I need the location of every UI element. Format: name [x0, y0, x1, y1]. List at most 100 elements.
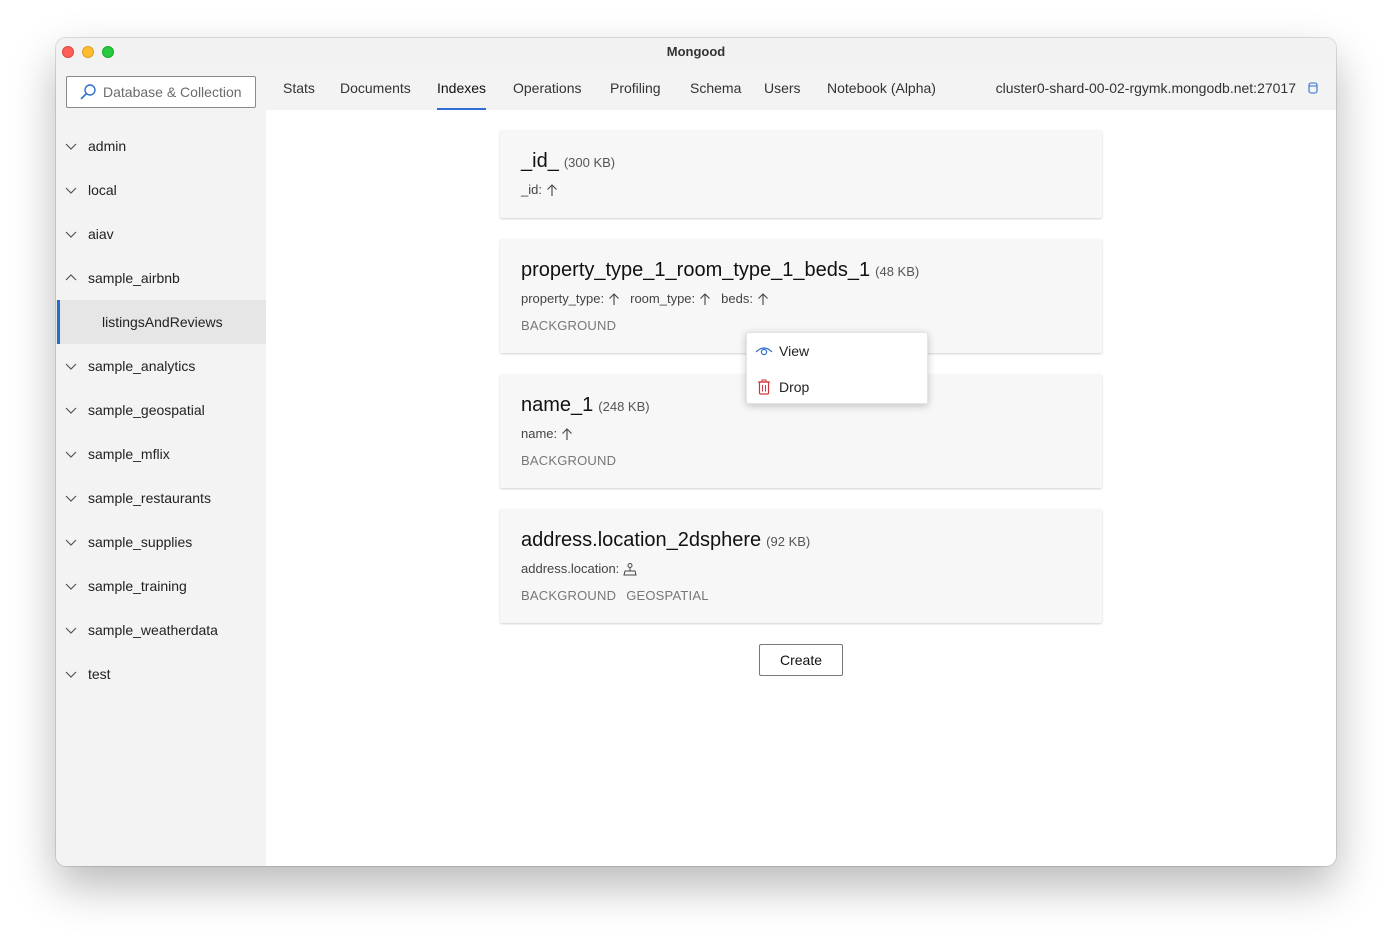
database-item-aiav[interactable]: aiav [56, 212, 266, 256]
database-label: sample_analytics [88, 358, 196, 374]
index-flag-background: BACKGROUND [521, 318, 617, 333]
chevron-down-icon [64, 491, 78, 505]
index-key: property_type: [521, 291, 620, 306]
index-key: address.location: [521, 561, 637, 576]
database-collection-search[interactable]: Database & Collection [66, 76, 256, 108]
database-label: sample_airbnb [88, 270, 180, 286]
index-flag-geospatial: GEOSPATIAL [626, 588, 709, 603]
database-label: aiav [88, 226, 114, 242]
index-key-field: address.location: [521, 561, 620, 576]
database-item-admin[interactable]: admin [56, 124, 266, 168]
database-label: sample_mflix [88, 446, 170, 462]
connection-host[interactable]: cluster0-shard-00-02-rgymk.mongodb.net:2… [996, 66, 1296, 110]
database-label: sample_geospatial [88, 402, 205, 418]
index-key: name: [521, 426, 573, 441]
database-label: sample_restaurants [88, 490, 211, 506]
index-key-field: beds: [721, 291, 753, 306]
create-index-button[interactable]: Create [759, 644, 843, 676]
index-flag-background: BACKGROUND [521, 453, 617, 468]
arrow-up-icon [547, 183, 557, 196]
arrow-up-icon [562, 427, 573, 440]
app-window: Mongood Database & Collection admin loca… [56, 38, 1336, 866]
index-card-address-location[interactable]: address.location_2dsphere (92 KB) addres… [500, 509, 1102, 623]
tab-schema[interactable]: Schema [690, 66, 741, 110]
tab-users[interactable]: Users [764, 66, 801, 110]
index-name: property_type_1_room_type_1_beds_1 [521, 259, 871, 281]
chevron-down-icon [64, 667, 78, 681]
geospatial-icon [623, 562, 637, 575]
main-panel: Stats Documents Indexes Operations Profi… [266, 66, 1336, 866]
chevron-down-icon [64, 447, 78, 461]
tab-notebook[interactable]: Notebook (Alpha) [827, 66, 936, 110]
index-key-field: name: [521, 426, 558, 441]
index-card-id[interactable]: _id_ (300 KB) _id: [500, 130, 1102, 218]
context-menu-drop[interactable]: Drop [747, 369, 927, 405]
index-key: _id: [521, 182, 558, 197]
sidebar: Database & Collection admin local aiav s… [56, 66, 266, 866]
index-key-field: property_type: [521, 291, 605, 306]
chevron-down-icon [64, 359, 78, 373]
chevron-down-icon [64, 139, 78, 153]
arrow-up-icon [609, 292, 619, 305]
index-key: beds: [721, 291, 769, 306]
chevron-down-icon [64, 183, 78, 197]
window-title: Mongood [666, 44, 726, 59]
index-size: (248 KB) [598, 399, 650, 414]
title-bar: Mongood [56, 38, 1336, 66]
search-placeholder: Database & Collection [103, 84, 242, 100]
database-item-local[interactable]: local [56, 168, 266, 212]
minimize-window-button[interactable] [82, 46, 94, 58]
context-menu-view[interactable]: View [747, 333, 927, 369]
database-list: admin local aiav sample_airbnb listingsA… [56, 124, 266, 696]
database-item-test[interactable]: test [56, 652, 266, 696]
arrow-up-icon [700, 292, 711, 305]
database-item-sample-supplies[interactable]: sample_supplies [56, 520, 266, 564]
database-label: local [88, 182, 117, 198]
chevron-down-icon [64, 623, 78, 637]
collection-item-listingsandreviews[interactable]: listingsAndReviews [56, 300, 266, 344]
chevron-down-icon [64, 535, 78, 549]
database-item-sample-weatherdata[interactable]: sample_weatherdata [56, 608, 266, 652]
database-label: sample_supplies [88, 534, 193, 550]
index-size: (48 KB) [875, 264, 920, 279]
tab-documents[interactable]: Documents [340, 66, 411, 110]
database-item-sample-airbnb[interactable]: sample_airbnb [56, 256, 266, 300]
search-icon [79, 83, 97, 101]
chevron-up-icon [64, 271, 78, 285]
database-item-sample-geospatial[interactable]: sample_geospatial [56, 388, 266, 432]
index-flag-background: BACKGROUND [521, 588, 617, 603]
database-item-sample-analytics[interactable]: sample_analytics [56, 344, 266, 388]
close-window-button[interactable] [62, 46, 74, 58]
tab-operations[interactable]: Operations [513, 66, 581, 110]
tab-indexes[interactable]: Indexes [437, 66, 487, 110]
index-size: (92 KB) [766, 534, 811, 549]
database-icon [1308, 82, 1318, 94]
tab-profiling[interactable]: Profiling [610, 66, 661, 110]
database-item-sample-mflix[interactable]: sample_mflix [56, 432, 266, 476]
collection-label: listingsAndReviews [102, 314, 223, 330]
tab-stats[interactable]: Stats [283, 66, 315, 110]
tab-bar: Stats Documents Indexes Operations Profi… [266, 66, 1336, 110]
index-name: address.location_2dsphere [521, 529, 762, 551]
eye-icon [755, 342, 773, 360]
database-label: admin [88, 138, 127, 154]
index-name: _id_ [521, 150, 559, 172]
index-key-field: room_type: [630, 291, 696, 306]
chevron-down-icon [64, 579, 78, 593]
database-item-sample-restaurants[interactable]: sample_restaurants [56, 476, 266, 520]
index-key: room_type: [630, 291, 711, 306]
database-label: sample_training [88, 578, 187, 594]
chevron-down-icon [64, 227, 78, 241]
database-label: test [88, 666, 111, 682]
zoom-window-button[interactable] [102, 46, 114, 58]
database-item-sample-training[interactable]: sample_training [56, 564, 266, 608]
chevron-down-icon [64, 403, 78, 417]
index-name: name_1 [521, 394, 594, 416]
trash-icon [755, 378, 773, 396]
database-label: sample_weatherdata [88, 622, 218, 638]
context-menu-view-label: View [779, 343, 810, 359]
context-menu-drop-label: Drop [779, 379, 810, 395]
index-key-field: _id: [521, 182, 542, 197]
arrow-up-icon [758, 292, 768, 305]
index-context-menu: View Drop [746, 332, 928, 404]
